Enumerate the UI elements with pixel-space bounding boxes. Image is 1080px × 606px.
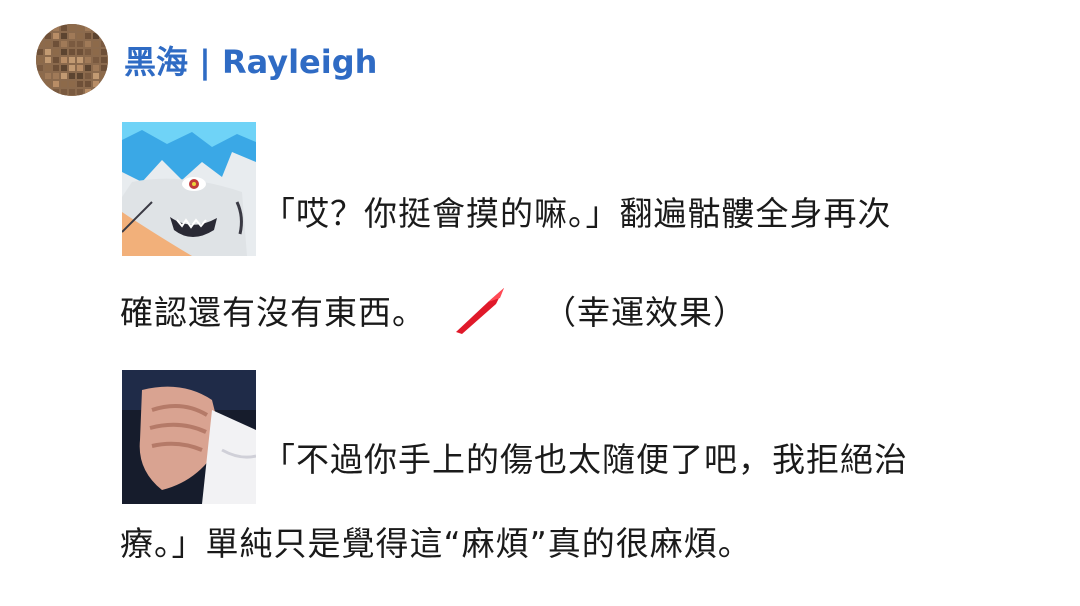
block2-line2: 療。」單純只是覺得這“麻煩”真的很麻煩。 bbox=[120, 524, 752, 563]
clasped-hand-photo-icon bbox=[122, 370, 256, 504]
avatar[interactable] bbox=[36, 24, 108, 96]
character-portrait-image bbox=[122, 122, 256, 256]
block1-line2-end: （幸運效果） bbox=[543, 293, 747, 332]
username[interactable]: 黑海 | Rayleigh bbox=[124, 37, 377, 83]
block1-line1: 「哎？你挺會摸的嘛。」翻遍骷髏全身再次 bbox=[262, 194, 892, 233]
mosaic-avatar-icon bbox=[36, 24, 108, 96]
block1-line2: 確認還有沒有東西。 （幸運效果） bbox=[120, 282, 747, 347]
red-brush-stroke-icon bbox=[452, 282, 508, 347]
block2-line1: 「不過你手上的傷也太隨便了吧，我拒絕治 bbox=[262, 440, 908, 479]
hand-photo-image bbox=[122, 370, 256, 504]
block1-line2-start: 確認還有沒有東西。 bbox=[120, 293, 426, 332]
post-header: 黑海 | Rayleigh bbox=[36, 22, 377, 98]
blue-haired-character-portrait-icon bbox=[122, 122, 256, 256]
